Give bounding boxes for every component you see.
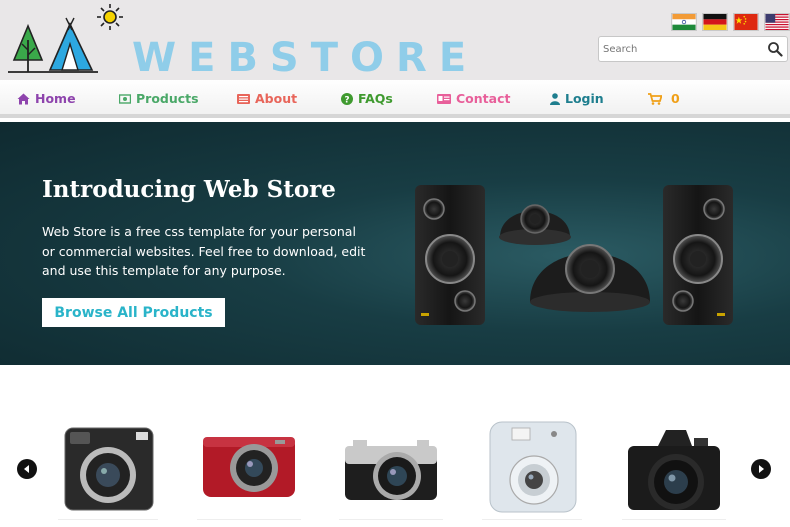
instant-camera-image bbox=[64, 427, 154, 511]
cart-count: 0 bbox=[671, 91, 680, 106]
list-icon bbox=[237, 93, 250, 104]
home-icon bbox=[17, 93, 30, 104]
speakers-image bbox=[415, 185, 733, 325]
red-compact-camera-image bbox=[203, 437, 295, 497]
search-input[interactable] bbox=[603, 40, 763, 58]
site-header: WEBSTORE bbox=[0, 0, 790, 80]
india-flag-icon[interactable] bbox=[671, 13, 697, 31]
product-card[interactable] bbox=[339, 420, 443, 520]
user-icon bbox=[550, 92, 560, 105]
nav-item-label: Contact bbox=[456, 91, 511, 106]
white-instant-camera-image bbox=[489, 421, 577, 513]
id-card-icon bbox=[437, 93, 451, 104]
chevron-left-icon bbox=[24, 465, 29, 473]
main-nav: Home Products About ? FAQs Contact Login… bbox=[0, 80, 790, 118]
black-dslr-camera-image bbox=[628, 430, 720, 510]
money-icon bbox=[119, 93, 131, 104]
cart-icon bbox=[648, 92, 662, 105]
products-carousel bbox=[0, 365, 790, 527]
usa-flag-icon[interactable] bbox=[764, 13, 790, 31]
carousel-prev-button[interactable] bbox=[17, 459, 37, 479]
nav-item-products[interactable]: Products bbox=[119, 91, 199, 106]
hero-banner: Introducing Web Store Web Store is a fre… bbox=[0, 122, 790, 365]
site-logo-text[interactable]: WEBSTORE bbox=[132, 38, 478, 78]
nav-item-label: Home bbox=[35, 91, 76, 106]
hero-title: Introducing Web Store bbox=[42, 176, 336, 203]
nav-item-label: Login bbox=[565, 91, 604, 106]
language-flags bbox=[671, 13, 790, 31]
question-icon: ? bbox=[341, 92, 353, 105]
chevron-right-icon bbox=[759, 465, 764, 473]
browse-all-products-button[interactable]: Browse All Products bbox=[42, 298, 225, 327]
product-card[interactable] bbox=[622, 420, 726, 520]
nav-item-cart[interactable]: 0 bbox=[648, 91, 680, 106]
china-flag-icon[interactable] bbox=[733, 13, 759, 31]
nav-item-label: About bbox=[255, 91, 298, 106]
product-card[interactable] bbox=[197, 420, 301, 520]
carousel-next-button[interactable] bbox=[751, 459, 771, 479]
product-card[interactable] bbox=[58, 420, 158, 520]
hero-description: Web Store is a free css template for you… bbox=[42, 224, 366, 278]
mirrorless-camera-image bbox=[345, 440, 437, 500]
svg-text:?: ? bbox=[344, 95, 349, 105]
nav-item-label: Products bbox=[136, 91, 199, 106]
nav-item-faqs[interactable]: ? FAQs bbox=[341, 91, 393, 106]
germany-flag-icon[interactable] bbox=[702, 13, 728, 31]
webstore-page: WEBSTORE Search Home Products About ? FA… bbox=[0, 0, 790, 527]
search-box bbox=[598, 36, 788, 62]
nav-item-login[interactable]: Login bbox=[550, 91, 604, 106]
nav-item-label: FAQs bbox=[358, 91, 393, 106]
nav-item-contact[interactable]: Contact bbox=[437, 91, 510, 106]
nav-item-home[interactable]: Home bbox=[17, 91, 76, 106]
search-icon[interactable] bbox=[767, 41, 783, 57]
nav-item-about[interactable]: About bbox=[237, 91, 297, 106]
camping-logo-icon[interactable] bbox=[6, 0, 134, 80]
product-card[interactable] bbox=[482, 420, 582, 520]
